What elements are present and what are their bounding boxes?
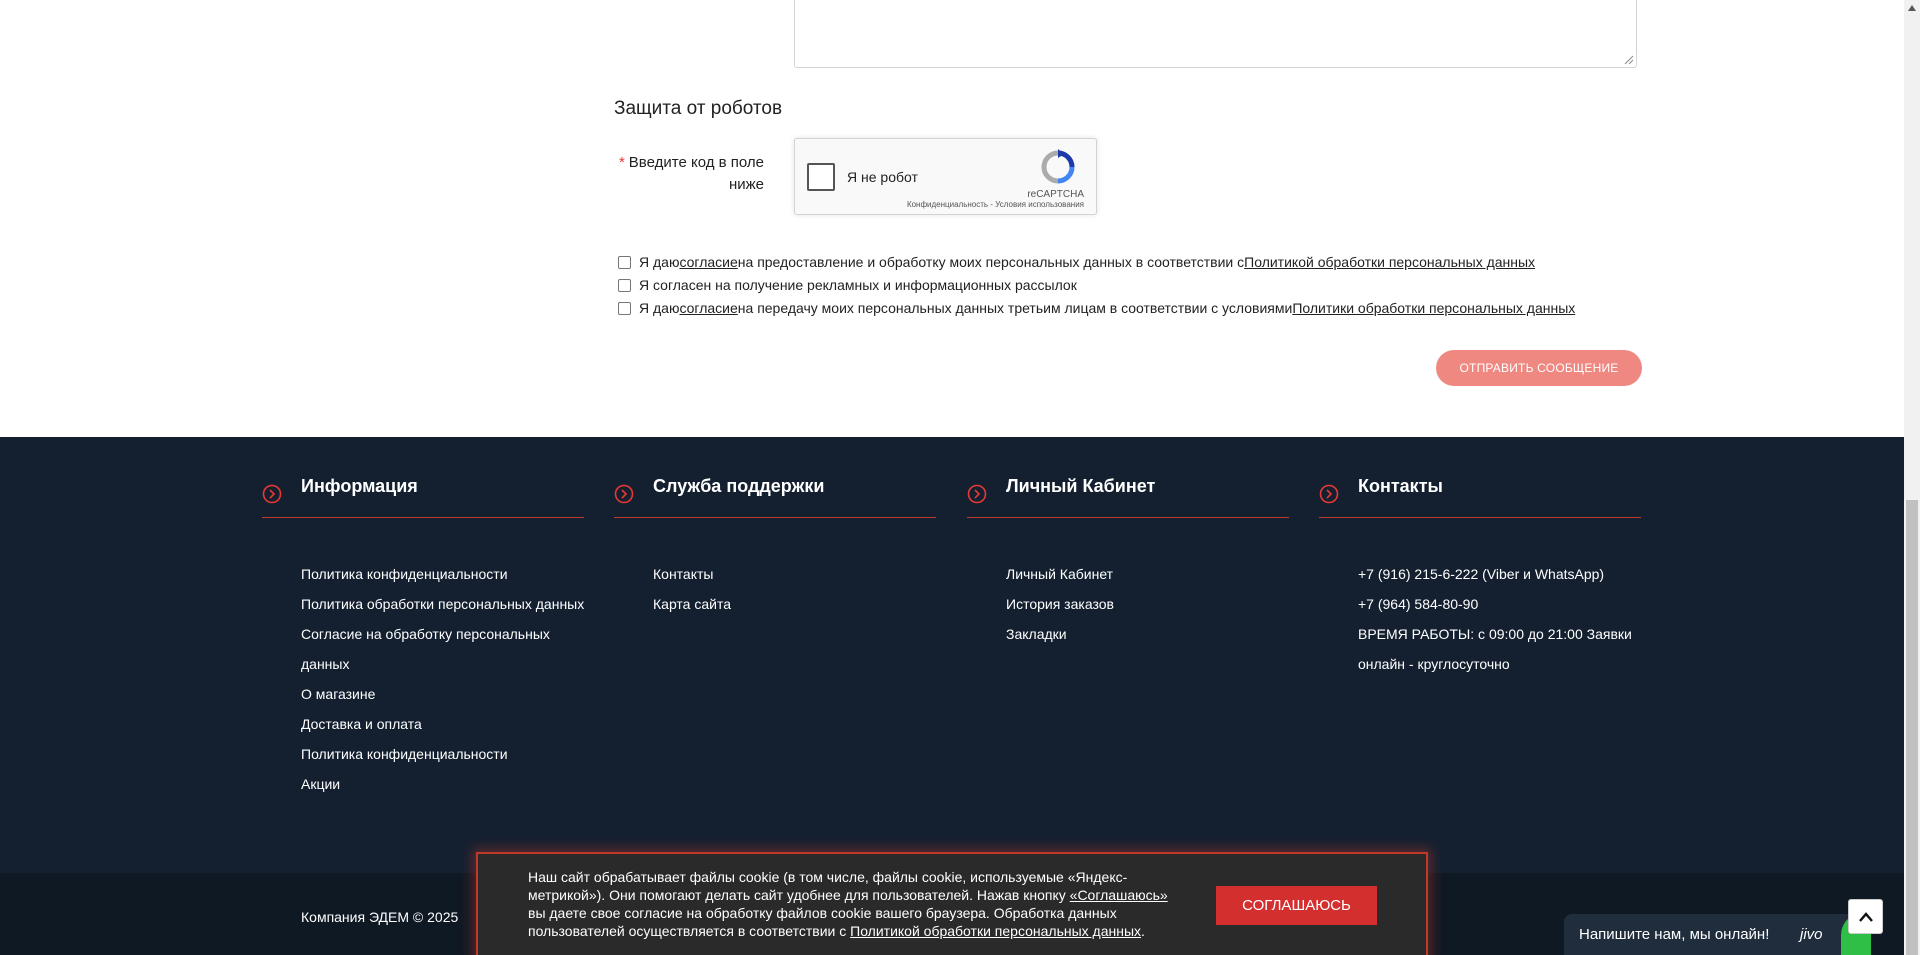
consent-checkbox[interactable] (618, 255, 631, 269)
footer-link[interactable]: Карта сайта (653, 589, 943, 619)
consent-text: Я даю (639, 300, 680, 316)
consent-link[interactable]: согласие (679, 300, 737, 316)
send-message-button[interactable]: Отправить сообщение (1436, 350, 1642, 386)
consent-link[interactable]: согласие (679, 254, 737, 270)
captcha-label-text: Введите код в поле ниже (628, 154, 764, 193)
recaptcha-logo-icon (1041, 149, 1075, 184)
footer-column-header: Контакты (1319, 473, 1641, 518)
footer-link[interactable]: Политика конфиденциальности (301, 559, 591, 589)
footer-column-header: Служба поддержки (614, 473, 936, 518)
cookie-agree-link[interactable]: «Соглашаюсь» (1070, 887, 1168, 903)
chevron-right-circle-icon (262, 484, 282, 504)
required-marker: * (618, 154, 625, 171)
footer-column-title: Служба поддержки (653, 476, 825, 496)
footer-contact-phone[interactable]: +7 (916) 215-6-222 (Viber и WhatsApp) (1358, 559, 1648, 589)
form-area: Защита от роботов * Введите код в поле ни… (0, 0, 1904, 437)
footer-link[interactable]: Доставка и оплата (301, 709, 591, 739)
policy-link[interactable]: Политикой обработки персональных данных (1244, 254, 1535, 270)
recaptcha-brand: reCAPTCHA (1027, 189, 1084, 200)
consent-checkbox[interactable] (618, 301, 631, 315)
chat-widget-message[interactable]: Напишите нам, мы онлайн! (1579, 926, 1769, 943)
recaptcha-checkbox[interactable] (807, 163, 835, 191)
footer-links: Контакты Карта сайта (653, 559, 943, 619)
chevron-right-circle-icon (614, 484, 634, 504)
cookie-text-part: Наш сайт обрабатывает файлы cookie (в то… (528, 869, 1128, 903)
footer-column-title: Контакты (1358, 476, 1443, 496)
scroll-to-top-button[interactable] (1848, 899, 1883, 934)
footer-link[interactable]: Закладки (1006, 619, 1296, 649)
recaptcha-checkbox-label: Я не робот (847, 169, 918, 185)
footer-links: Личный Кабинет История заказов Закладки (1006, 559, 1296, 649)
recaptcha-widget: Я не робот reCAPTCHA Конфиденциальность … (794, 138, 1097, 215)
robots-section-title: Защита от роботов (614, 98, 783, 119)
footer-column-title: Личный Кабинет (1006, 476, 1156, 496)
cookie-text-part: . (1141, 923, 1145, 939)
footer-link[interactable]: О магазине (301, 679, 591, 709)
policy-link[interactable]: Политики обработки персональных данных (1292, 300, 1575, 316)
footer: Информация Политика конфиденциальности П… (0, 437, 1904, 873)
consent-text: на предоставление и обработку моих персо… (737, 254, 1245, 270)
cookie-policy-link[interactable]: Политикой обработки персональных данных (850, 923, 1141, 939)
footer-column-header: Информация (262, 473, 584, 518)
scroll-up-arrow[interactable] (1904, 0, 1920, 16)
arrow-up-icon (1858, 911, 1873, 922)
footer-links: +7 (916) 215-6-222 (Viber и WhatsApp) +7… (1358, 559, 1648, 679)
scrollbar-thumb[interactable] (1906, 500, 1918, 955)
footer-column-title: Информация (301, 476, 418, 496)
recaptcha-terms[interactable]: Конфиденциальность - Условия использован… (907, 200, 1084, 209)
chat-widget-brand: jivo (1800, 926, 1823, 943)
consent-text: Я даю (639, 254, 680, 270)
footer-link[interactable]: Политика обработки персональных данных (301, 589, 591, 619)
consent-newsletter: Я согласен на получение рекламных и инфо… (618, 277, 1077, 293)
consent-text: Я согласен на получение рекламных и инфо… (639, 277, 1077, 293)
consent-text: на передачу моих персональных данных тре… (737, 300, 1293, 316)
cookie-text: Наш сайт обрабатывает файлы cookie (в то… (528, 868, 1176, 940)
footer-link[interactable]: Контакты (653, 559, 943, 589)
consent-checkbox[interactable] (618, 278, 631, 292)
consent-third-party: Я даю согласие на передачу моих персонал… (618, 300, 1575, 316)
footer-links: Политика конфиденциальности Политика обр… (301, 559, 591, 799)
cookie-banner: Наш сайт обрабатывает файлы cookie (в то… (476, 852, 1428, 955)
chevron-right-circle-icon (1319, 484, 1339, 504)
footer-link[interactable]: Личный Кабинет (1006, 559, 1296, 589)
chevron-right-circle-icon (967, 484, 987, 504)
footer-link[interactable]: Политика конфиденциальности (301, 739, 591, 769)
footer-working-hours: ВРЕМЯ РАБОТЫ: с 09:00 до 21:00 Заявки он… (1358, 626, 1632, 672)
page-scrollbar[interactable] (1904, 0, 1920, 955)
captcha-label: * Введите код в поле ниже (614, 152, 764, 196)
consent-personal-data: Я даю согласие на предоставление и обраб… (618, 254, 1535, 270)
resize-grip-icon[interactable] (1622, 53, 1634, 65)
footer-link[interactable]: Акции (301, 769, 591, 799)
footer-link[interactable]: История заказов (1006, 589, 1296, 619)
footer-link[interactable]: Согласие на обработку персональных данны… (301, 619, 591, 679)
footer-contact-phone[interactable]: +7 (964) 584-80-90 (1358, 589, 1648, 619)
chat-widget[interactable]: Напишите нам, мы онлайн! jivo (1564, 914, 1871, 955)
message-textarea[interactable] (794, 0, 1637, 68)
footer-column-header: Личный Кабинет (967, 473, 1289, 518)
cookie-accept-button[interactable]: СОГЛАШАЮСЬ (1216, 886, 1377, 925)
copyright: Компания ЭДЕМ © 2025 (301, 909, 459, 925)
